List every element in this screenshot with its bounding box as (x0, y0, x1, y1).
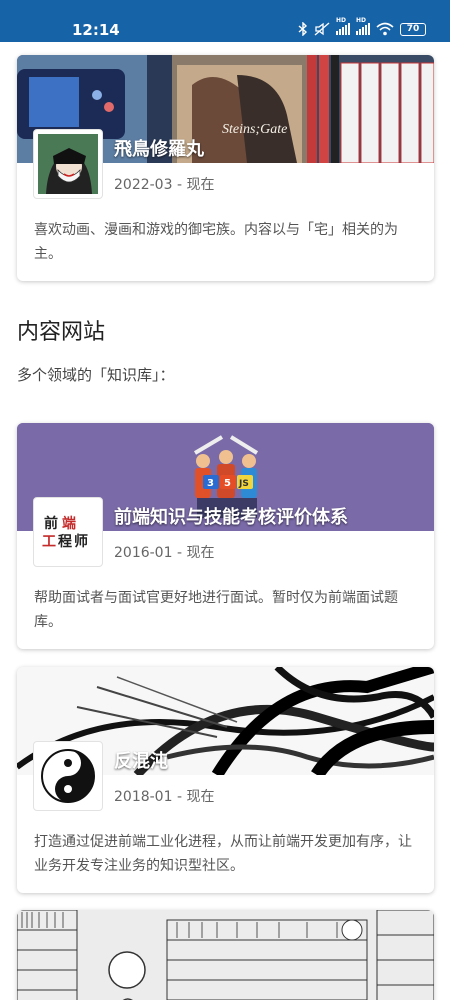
avatar-logo-char: 端 (62, 515, 76, 532)
status-time: 12:14 (72, 21, 120, 39)
card-banner-caption: Steins;Gate (222, 122, 287, 137)
bluetooth-icon (298, 22, 308, 36)
card-date: 2022-03 - 现在 (114, 177, 215, 193)
website-card[interactable] (17, 910, 434, 1000)
mute-icon (314, 22, 330, 36)
battery-icon: 70 (400, 22, 426, 36)
avatar[interactable]: 前 端 工 程 师 (33, 497, 103, 567)
avatar-logo-char: 前 (44, 515, 58, 532)
status-icons: HD HD 70 (298, 17, 426, 36)
status-bar: 12:14 HD HD 70 (0, 0, 450, 42)
profile-card[interactable]: Steins;Gate 飛鳥修羅丸 2022-03 - 现在 喜欢动画、漫画和游… (17, 55, 434, 281)
website-card[interactable]: 反混沌 2018-01 - 现在 打造通过促进前端工业化进程，从而让前端开发更加… (17, 667, 434, 893)
card-title[interactable]: 飛鳥修羅丸 (114, 135, 204, 161)
avatar-logo-char: 程 (58, 534, 72, 550)
avatar-logo-char: 工 (42, 534, 56, 550)
html-badge: 5 (224, 478, 231, 489)
card-description: 喜欢动画、漫画和游戏的御宅族。内容以与「宅」相关的为主。 (34, 222, 398, 262)
card-title[interactable]: 前端知识与技能考核评价体系 (114, 503, 348, 529)
js-badge: JS (238, 479, 249, 489)
avatar[interactable] (33, 129, 103, 199)
card-description: 帮助面试者与面试官更好地进行面试。暂时仅为前端面试题库。 (34, 590, 398, 630)
card-date: 2018-01 - 现在 (114, 789, 215, 805)
card-date: 2016-01 - 现在 (114, 545, 215, 561)
signal-icon: HD (336, 17, 350, 35)
website-card[interactable]: 3 5 JS 前 端 工 程 师 前端知识与技能考核评价体系 2016-01 -… (17, 423, 434, 649)
card-description: 打造通过促进前端工业化进程，从而让前端开发更加有序，让业务开发专注业务的知识型社… (34, 834, 412, 874)
avatar-logo-char: 师 (74, 533, 88, 550)
section-title: 内容网站 (17, 320, 106, 345)
section-subtitle: 多个领域的「知识库」： (17, 366, 175, 384)
signal-icon: HD (356, 17, 370, 35)
avatar[interactable] (33, 741, 103, 811)
css-badge: 3 (207, 478, 214, 489)
card-title[interactable]: 反混沌 (114, 747, 168, 773)
page-content: Steins;Gate 飛鳥修羅丸 2022-03 - 现在 喜欢动画、漫画和游… (0, 42, 450, 1000)
wifi-icon (376, 22, 394, 36)
card-banner-image (17, 910, 434, 1000)
yin-yang-icon (41, 749, 95, 803)
